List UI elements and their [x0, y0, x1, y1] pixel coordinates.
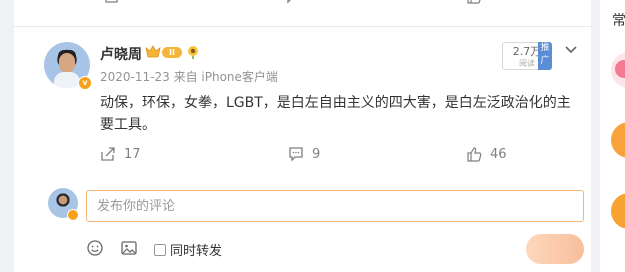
prev-like-count: 25 — [488, 0, 505, 4]
verified-badge-icon — [67, 209, 79, 221]
post-meta: 2020-11-23 来自 iPhone客户端 — [100, 68, 278, 85]
prev-share-button[interactable]: 4 — [104, 0, 134, 4]
author-name[interactable]: 卢晓周 — [100, 44, 142, 64]
comment-icon — [289, 147, 303, 162]
thumb-up-icon — [467, 147, 482, 162]
post-card: 4 10 25 v 卢晓周 II 2020-11-23 来自 iPhone客户端… — [14, 0, 591, 272]
like-button[interactable]: 46 — [466, 144, 507, 164]
prev-share-count: 4 — [126, 0, 134, 4]
promote-button[interactable]: 推广 — [538, 42, 552, 70]
post-text: 动保，环保，女拳，LGBT，是白左自由主义的四大害，是白左泛政治化的主要工具。 — [100, 95, 571, 133]
submit-comment-button[interactable] — [526, 234, 584, 264]
prev-comment-count: 10 — [306, 0, 323, 4]
right-sidebar-title: 常 — [612, 13, 625, 29]
prev-comment-button[interactable]: 10 — [284, 0, 323, 4]
post-divider — [14, 26, 591, 27]
comment-button[interactable]: 9 — [288, 144, 320, 164]
comment-icon — [287, 0, 291, 4]
share-count: 17 — [124, 146, 141, 162]
emoji-icon[interactable] — [86, 239, 104, 257]
post-date[interactable]: 2020-11-23 — [100, 70, 170, 84]
share-icon — [105, 0, 118, 3]
share-button[interactable]: 17 — [100, 144, 141, 164]
comment-input[interactable] — [86, 190, 584, 222]
post-source: 来自 iPhone客户端 — [173, 70, 278, 84]
repost-checkbox[interactable]: 同时转发 — [154, 240, 222, 259]
previous-post-actions: 4 10 25 — [14, 0, 591, 8]
verified-badge-icon: v — [78, 76, 92, 90]
share-icon — [101, 147, 115, 161]
level-badge: II — [162, 47, 182, 58]
comment-count: 9 — [312, 146, 321, 162]
sunflower-icon — [188, 46, 198, 59]
crown-icon — [145, 45, 161, 58]
checkbox-icon[interactable] — [154, 243, 166, 256]
thumb-up-icon — [467, 0, 481, 4]
like-count: 46 — [490, 146, 507, 162]
repost-label: 同时转发 — [170, 244, 223, 259]
prev-like-button[interactable]: 25 — [466, 0, 505, 4]
chevron-down-icon[interactable] — [563, 44, 579, 56]
image-icon[interactable] — [120, 239, 138, 257]
